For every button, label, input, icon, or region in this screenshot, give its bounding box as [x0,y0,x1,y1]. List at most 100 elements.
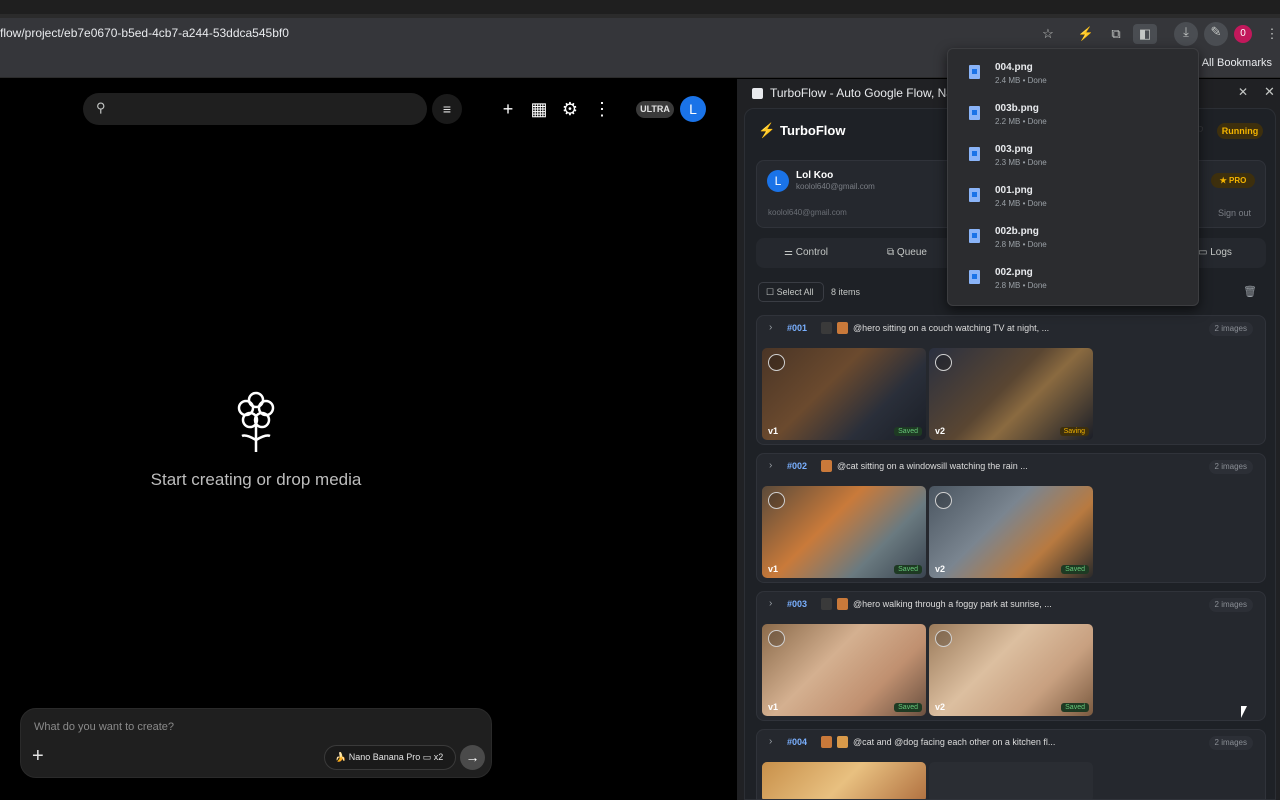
image-thumbnail[interactable]: v1 Saved [762,486,926,578]
avatar[interactable]: L [680,96,706,122]
image-thumbnail[interactable]: v1 Saved [762,624,926,716]
image-count: 2 images [1208,460,1253,474]
extension-title: TurboFlow [780,123,846,138]
send-button[interactable]: → [460,745,485,770]
all-bookmarks[interactable]: ▭ All Bookmarks [1189,56,1272,69]
more-vert-icon[interactable]: ⋮ [1262,24,1280,44]
download-filename[interactable]: 002b.png [995,226,1039,237]
queue-item-prompt: @hero sitting on a couch watching TV at … [853,323,1050,333]
queue-item[interactable]: › #004 @cat and @dog facing each other o… [756,729,1266,800]
pencil-icon[interactable]: ✎ [1204,22,1228,46]
url-text[interactable]: flow/project/eb7e0670-b5ed-4cb7-a244-53d… [0,26,289,40]
user-email-secondary: koolol640@gmail.com [768,208,847,217]
mouse-cursor [1241,706,1247,718]
version-label: v2 [935,702,946,712]
select-circle[interactable] [935,630,952,647]
add-media-button[interactable]: + [32,745,50,767]
queue-item-header[interactable]: › #003 @hero walking through a foggy par… [757,592,1265,618]
chevron-right-icon[interactable]: › [769,460,772,471]
image-thumbnail[interactable]: v1 Saved [762,348,926,440]
queue-icon: ⧉ [887,247,897,258]
queue-item-prompt: @cat and @dog facing each other on a kit… [853,737,1056,747]
trash-icon[interactable]: 🗑 [1243,285,1257,298]
settings-icon[interactable]: ⚙ [558,98,582,120]
download-meta: 2.8 MB • Done [995,281,1047,290]
sign-out-link[interactable]: Sign out [1218,208,1251,218]
profile-avatar[interactable]: 0 [1234,25,1252,43]
queue-item-id: #003 [787,599,808,609]
more-vert-icon[interactable]: ⋮ [590,98,614,120]
turboflow-icon [752,88,763,99]
download-item[interactable]: 001.png 2.4 MB • Done [948,178,1200,219]
select-circle[interactable] [768,354,785,371]
download-meta: 2.2 MB • Done [995,117,1047,126]
download-filename[interactable]: 004.png [995,62,1033,73]
download-item[interactable]: 002.png 2.8 MB • Done [948,260,1200,301]
flower-icon [237,391,275,452]
extension-turboflow-icon[interactable]: ⚡ [1076,24,1096,44]
character-thumb [837,322,848,334]
search-input[interactable] [83,93,427,125]
filter-button[interactable]: ≡ [432,94,462,124]
character-thumb [821,460,832,472]
search-icon: ⚲ [96,100,106,115]
chevron-right-icon[interactable]: › [769,736,772,747]
image-thumbnail[interactable]: v2 Saving [929,348,1093,440]
chevron-right-icon[interactable]: › [769,322,772,333]
select-circle[interactable] [768,630,785,647]
pin-icon[interactable]: ✕ [1238,85,1248,99]
queue-item-prompt: @cat sitting on a windowsill watching th… [837,461,1028,471]
tab-control[interactable]: ⚌ Control [784,247,828,258]
select-circle[interactable] [935,354,952,371]
queue-item-id: #001 [787,323,808,333]
download-meta: 2.4 MB • Done [995,76,1047,85]
select-circle[interactable] [768,492,785,509]
version-label: v1 [768,702,779,712]
queue-item[interactable]: › #003 @hero walking through a foggy par… [756,591,1266,721]
download-item[interactable]: 004.png 2.4 MB • Done [948,55,1200,96]
bolt-icon: ⚡ [758,122,776,138]
puzzle-icon[interactable]: ⧉ [1106,24,1126,44]
chevron-right-icon[interactable]: › [769,598,772,609]
image-count: 2 images [1208,322,1253,336]
image-placeholder [929,762,1093,799]
add-icon[interactable]: + [496,98,520,120]
status-badge: Saved [1061,703,1089,712]
queue-item-header[interactable]: › #004 @cat and @dog facing each other o… [757,730,1265,756]
side-panel-title: TurboFlow - Auto Google Flow, Nar [770,86,957,100]
download-item[interactable]: 002b.png 2.8 MB • Done [948,219,1200,260]
image-thumbnail[interactable]: v2 Saved [929,486,1093,578]
version-label: v1 [768,426,779,436]
select-circle[interactable] [935,492,952,509]
tab-logs[interactable]: ▭ Logs [1198,247,1232,258]
queue-item-header[interactable]: › #002 @cat sitting on a windowsill watc… [757,454,1265,480]
download-item[interactable]: 003b.png 2.2 MB • Done [948,96,1200,137]
tab-queue[interactable]: ⧉ Queue [887,247,927,258]
download-filename[interactable]: 003b.png [995,103,1039,114]
side-panel-icon[interactable]: ◧ [1133,24,1157,44]
download-item[interactable]: 003.png 2.3 MB • Done [948,137,1200,178]
film-icon[interactable]: ▦ [527,98,551,120]
queue-item[interactable]: › #002 @cat sitting on a windowsill watc… [756,453,1266,583]
prompt-placeholder[interactable]: What do you want to create? [34,721,174,733]
download-filename[interactable]: 003.png [995,144,1033,155]
window-titlebar [0,0,1280,18]
download-icon[interactable]: ⤓ [1174,22,1198,46]
character-thumb [837,736,848,748]
aspect-icon: ▭ [420,752,434,762]
status-badge: Saved [1061,565,1089,574]
image-thumbnail[interactable]: v2 Saved [929,624,1093,716]
model-selector[interactable]: 🍌 Nano Banana Pro ▭ x2 [324,745,456,770]
image-thumbnail[interactable] [762,762,926,799]
download-filename[interactable]: 001.png [995,185,1033,196]
queue-item-header[interactable]: › #001 @hero sitting on a couch watching… [757,316,1265,342]
character-thumb [821,736,832,748]
close-icon[interactable]: ✕ [1264,84,1275,100]
select-all-checkbox[interactable]: ☐ Select All [758,282,824,302]
status-badge: Running [1217,123,1263,139]
star-icon[interactable]: ☆ [1038,24,1058,44]
queue-item[interactable]: › #001 @hero sitting on a couch watching… [756,315,1266,445]
downloads-popup: 004.png 2.4 MB • Done 003b.png 2.2 MB • … [947,48,1199,306]
sliders-icon: ⚌ [784,247,796,258]
download-filename[interactable]: 002.png [995,267,1033,278]
